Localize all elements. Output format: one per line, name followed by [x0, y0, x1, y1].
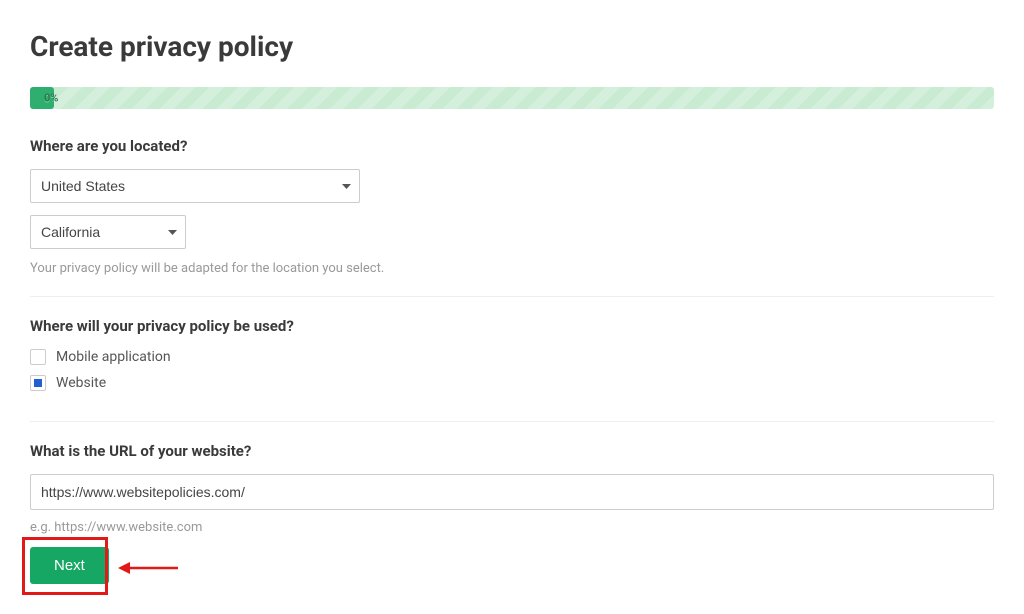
url-heading: What is the URL of your website?: [30, 442, 994, 460]
progress-percent-label: 0%: [44, 92, 58, 105]
url-example-text: e.g. https://www.website.com: [30, 520, 994, 535]
checkbox-mobile-application[interactable]: Mobile application: [30, 349, 994, 365]
state-select[interactable]: California: [30, 215, 186, 249]
location-helper-text: Your privacy policy will be adapted for …: [30, 261, 994, 276]
checkbox-label: Website: [56, 375, 106, 391]
next-button[interactable]: Next: [30, 547, 109, 584]
checkbox-website[interactable]: Website: [30, 375, 994, 391]
progress-bar: 0%: [30, 87, 994, 109]
location-heading: Where are you located?: [30, 137, 994, 155]
checkbox-box: [30, 375, 46, 391]
country-select[interactable]: United States: [30, 169, 360, 203]
section-location: Where are you located? United States Cal…: [30, 137, 994, 297]
website-url-input[interactable]: [30, 474, 994, 510]
checkbox-label: Mobile application: [56, 349, 171, 365]
checkbox-box: [30, 349, 46, 365]
usage-heading: Where will your privacy policy be used?: [30, 317, 994, 335]
page-title: Create privacy policy: [30, 30, 994, 63]
section-usage: Where will your privacy policy be used? …: [30, 317, 994, 422]
section-url: What is the URL of your website? e.g. ht…: [30, 442, 994, 541]
